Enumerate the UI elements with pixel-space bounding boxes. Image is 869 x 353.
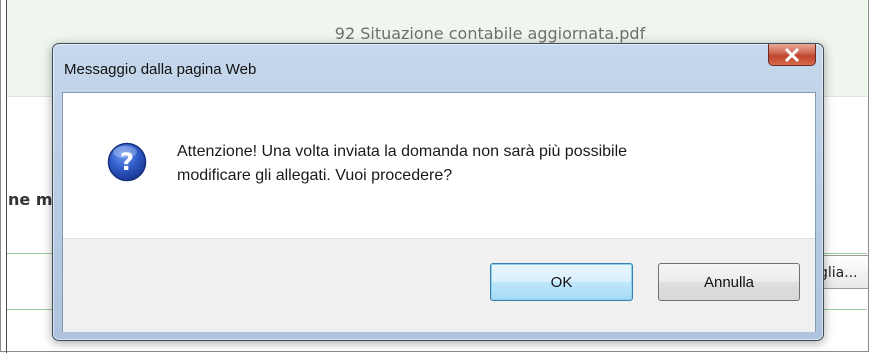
question-icon: ? [107, 142, 147, 182]
ok-button[interactable]: OK [490, 263, 633, 301]
message-area: ? Attenzione! Una volta inviata la doman… [63, 93, 815, 238]
background-filename-link[interactable]: 92 Situazione contabile aggiornata.pdf [220, 24, 760, 43]
close-button[interactable] [768, 44, 816, 66]
dialog-title: Messaggio dalla pagina Web [64, 61, 257, 78]
dialog-message: Attenzione! Una volta inviata la domanda… [177, 140, 797, 188]
dialog-content: ? Attenzione! Una volta inviata la doman… [62, 92, 816, 332]
message-dialog: Messaggio dalla pagina Web ? Attenzione!… [52, 43, 824, 341]
cancel-button[interactable]: Annulla [658, 263, 800, 301]
message-line-2: modificare gli allegati. Vuoi procedere? [177, 167, 453, 184]
dialog-button-bar: OK Annulla [63, 238, 815, 332]
close-x-icon [784, 47, 800, 62]
svg-text:?: ? [120, 148, 134, 176]
background-partial-heading: ne m [8, 190, 53, 209]
message-line-1: Attenzione! Una volta inviata la domanda… [177, 143, 628, 160]
